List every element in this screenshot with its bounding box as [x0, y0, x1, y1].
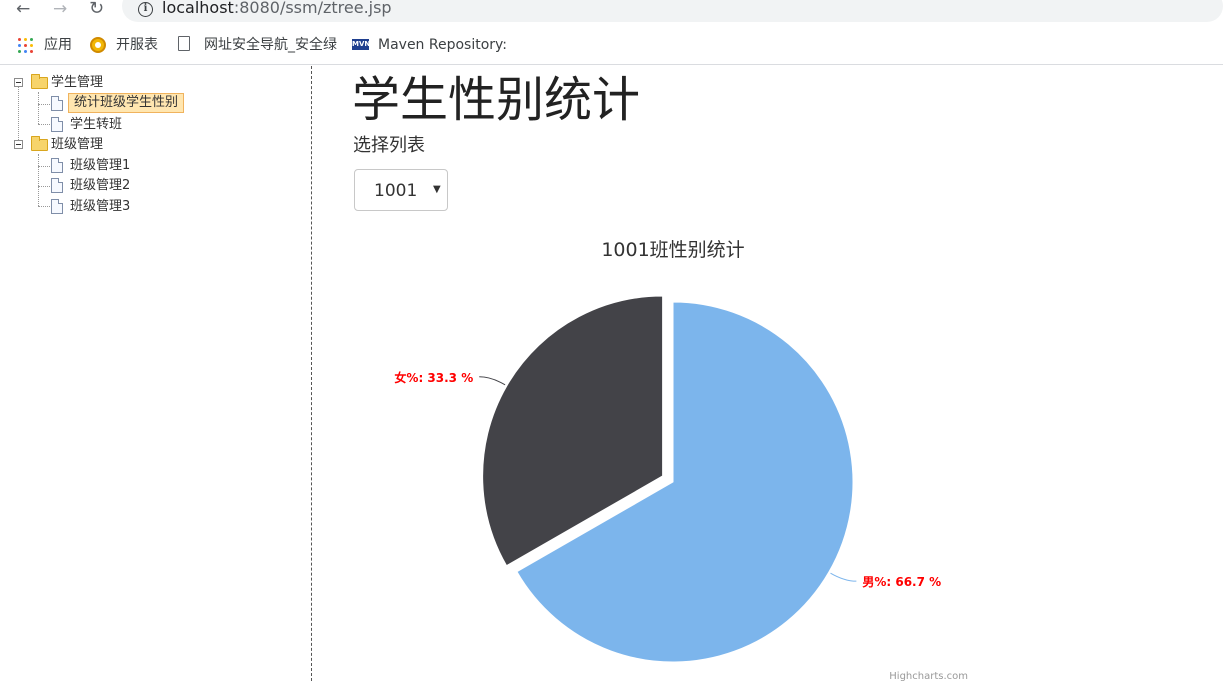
browser-address-bar: ← → ↻ i localhost:8080/ssm/ztree.jsp: [0, 0, 1223, 24]
chart-credits: Highcharts.com: [889, 671, 968, 681]
bookmarks-divider: [0, 64, 1223, 65]
page-title: 学生性别统计: [352, 72, 641, 128]
pie-connector-1: [479, 376, 506, 386]
tree-line: [38, 186, 50, 187]
caret-down-icon: ▼: [433, 184, 441, 195]
tree-line: [38, 104, 50, 105]
bookmark-label: 开服表: [116, 37, 158, 53]
apps-grid-dot: [24, 38, 27, 41]
tree-node-label[interactable]: 班级管理: [51, 135, 103, 155]
page-icon: [178, 36, 190, 51]
tree-line: [38, 154, 39, 206]
tree-line: [38, 206, 50, 207]
kaifubiao-icon: [90, 37, 106, 53]
tree-node-label[interactable]: 班级管理2: [70, 176, 130, 196]
tree-node-label[interactable]: 统计班级学生性别: [68, 93, 185, 113]
tree-line: [38, 166, 50, 167]
url-host: localhost: [162, 0, 234, 17]
info-icon[interactable]: i: [138, 2, 153, 17]
apps-grid-dot: [30, 44, 33, 47]
pie-label-0: 男%: 66.7 %: [862, 575, 941, 589]
reload-icon[interactable]: ↻: [89, 0, 104, 20]
tree-node-label[interactable]: 学生转班: [70, 115, 122, 135]
tree-line: [38, 124, 50, 125]
url-text[interactable]: localhost:8080/ssm/ztree.jsp: [162, 0, 392, 18]
apps-grid-dot: [18, 38, 21, 41]
chart-title: 1001班性别统计: [601, 239, 744, 261]
pie-chart-svg: 1001班性别统计男%: 66.7 % 女%: 33.3 % Highcharts.…: [394, 239, 968, 681]
apps-grid-dot: [18, 44, 21, 47]
document-icon: [51, 117, 63, 132]
tree-node-label[interactable]: 学生管理: [51, 73, 103, 93]
maven-icon: MVN: [352, 39, 371, 50]
folder-icon: [31, 74, 48, 89]
forward-arrow-icon[interactable]: →: [53, 0, 67, 20]
bookmark-label: 网址安全导航_安全绿: [204, 37, 337, 53]
pie-connector-0: [830, 572, 857, 582]
document-icon: [51, 96, 63, 111]
bookmark-label: Maven Repository:: [378, 37, 508, 53]
back-arrow-icon[interactable]: ←: [16, 0, 30, 20]
url-path: :8080/ssm/ztree.jsp: [233, 0, 392, 17]
class-select[interactable]: 1001 ▼: [354, 169, 448, 211]
document-icon: [51, 178, 63, 193]
apps-grid-dot: [18, 50, 21, 53]
tree-line: [38, 92, 39, 124]
select-label: 选择列表: [353, 135, 425, 156]
apps-grid-dot: [24, 50, 27, 53]
apps-grid-dot: [30, 38, 33, 41]
bookmarks-bar: 应用 开服表 网址安全导航_安全绿 MVN Maven Repository:: [0, 30, 1223, 62]
document-icon: [51, 158, 63, 173]
folder-icon: [31, 136, 48, 151]
tree-panel: 学生管理 统计班级学生性别 学生转班 班级管理 班级管理1 班级管理2 班级管理…: [0, 66, 312, 681]
apps-grid-dot: [24, 44, 27, 47]
bookmark-label: 应用: [44, 37, 72, 53]
apps-grid-dot: [30, 50, 33, 53]
collapse-icon[interactable]: [14, 140, 23, 149]
apps-grid-icon: [18, 38, 33, 53]
tree-line: [18, 80, 19, 144]
collapse-icon[interactable]: [14, 78, 23, 87]
tree-node-label[interactable]: 班级管理1: [70, 156, 130, 176]
url-input[interactable]: i localhost:8080/ssm/ztree.jsp: [122, 0, 1223, 22]
select-value: 1001: [374, 181, 418, 201]
tree-node-label[interactable]: 班级管理3: [70, 197, 130, 217]
document-icon: [51, 199, 63, 214]
pie-chart: 1001班性别统计男%: 66.7 % 女%: 33.3 % Highcharts.…: [330, 225, 1010, 681]
pie-label-1: 女%: 33.3 %: [394, 370, 473, 385]
